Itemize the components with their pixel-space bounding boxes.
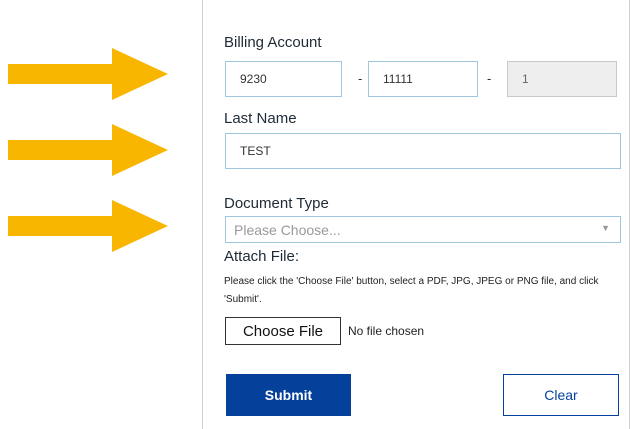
submit-button[interactable]: Submit [226,374,351,416]
document-type-label: Document Type [224,195,329,212]
billing-account-part3-input: 1 [507,61,617,97]
annotation-arrow-icon [8,200,168,252]
file-status-text: No file chosen [348,324,425,338]
last-name-input[interactable]: TEST [225,133,621,169]
billing-account-part2-value: 11111 [383,72,413,86]
document-type-selected: Please Choose... [234,221,341,238]
billing-account-part1-input[interactable]: 9230 [225,61,342,97]
attach-file-help-text: Please click the 'Choose File' button, s… [224,276,599,305]
choose-file-button[interactable]: Choose File [225,317,341,345]
annotation-arrow-icon [8,124,168,176]
annotation-arrow-icon [8,48,168,100]
billing-account-part1-value: 9230 [240,72,267,86]
billing-account-part2-input[interactable]: 11111 [368,61,478,97]
attach-file-label: Attach File: [224,248,300,265]
last-name-label: Last Name [224,110,297,127]
billing-account-label: Billing Account [224,34,322,51]
clear-button[interactable]: Clear [503,374,619,416]
document-upload-form: Billing Account 9230 - 11111 - 1 Last Na… [202,0,630,429]
document-type-select[interactable]: Please Choose... ▼ [225,216,621,243]
last-name-value: TEST [240,144,271,158]
chevron-down-icon: ▼ [601,223,610,233]
billing-account-part3-value: 1 [522,72,529,86]
billing-account-separator: - [487,71,492,86]
billing-account-separator: - [358,71,363,86]
